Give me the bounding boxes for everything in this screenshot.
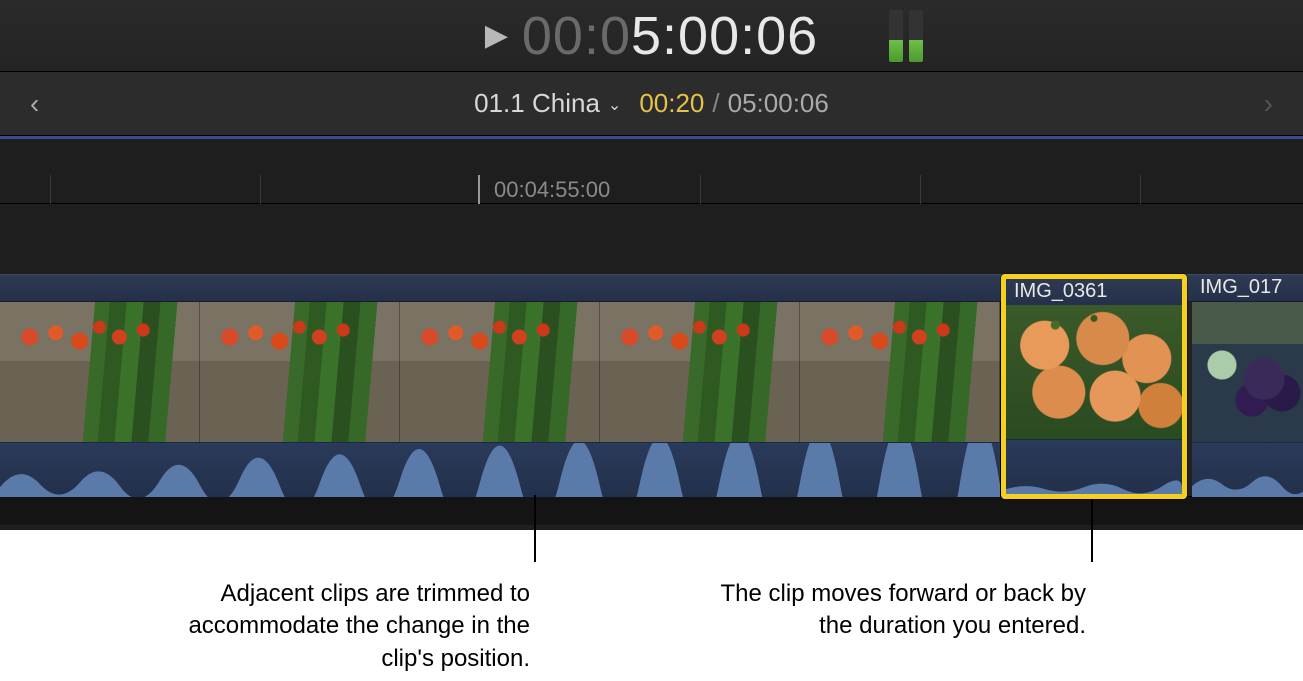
project-name: 01.1 China — [474, 88, 600, 119]
project-bar: ‹ 01.1 China ⌄ 00:20 / 05:00:06 › — [0, 72, 1303, 136]
filmstrip-thumbnail — [1006, 305, 1182, 439]
filmstrip-thumbnail — [600, 302, 800, 442]
ruler-tick — [700, 175, 701, 205]
timeline[interactable]: IMG_017 — [0, 204, 1303, 530]
audio-waveform[interactable] — [1192, 442, 1303, 497]
project-current-time: 00:20 — [639, 88, 704, 119]
clip-next[interactable] — [1192, 302, 1303, 497]
audio-meters — [889, 10, 923, 62]
audio-waveform[interactable] — [0, 442, 1000, 497]
project-info[interactable]: 01.1 China ⌄ 00:20 / 05:00:06 — [70, 88, 1233, 119]
filmstrip-thumbnail — [400, 302, 600, 442]
ruler-tick — [260, 175, 261, 205]
filmstrip-thumbnail — [0, 302, 200, 442]
clip-next-label: IMG_017 — [1192, 274, 1303, 302]
filmstrip-thumbnail — [200, 302, 400, 442]
playhead-timecode: 00:04:55:00 — [494, 177, 610, 203]
ruler-tick — [50, 175, 51, 205]
chevron-down-icon[interactable]: ⌄ — [608, 95, 621, 115]
clip-selected[interactable]: IMG_0361 — [1001, 274, 1187, 499]
ruler-tick — [1140, 175, 1141, 205]
callout-adjacent-clips: Adjacent clips are trimmed to accommodat… — [130, 578, 530, 675]
ruler-tick — [920, 175, 921, 205]
clip-thumbnails — [0, 302, 1000, 442]
play-icon[interactable]: ▶ — [485, 21, 508, 51]
callout-clip-moves: The clip moves forward or back by the du… — [686, 578, 1086, 643]
filmstrip-thumbnail — [1192, 302, 1303, 442]
editor-window: ▶ 00:05:00:06 ‹ 01.1 China ⌄ 00:20 / 05:… — [0, 0, 1303, 530]
history-forward-icon[interactable]: › — [1233, 88, 1273, 120]
clip-adjacent[interactable] — [0, 302, 1001, 497]
timecode-bright: 5:00:06 — [631, 6, 818, 66]
clip-selected-label: IMG_0361 — [1006, 279, 1182, 305]
callout-leader-line — [534, 495, 536, 562]
timeline-ruler[interactable]: 00:04:55:00 — [0, 136, 1303, 204]
time-separator: / — [712, 88, 719, 119]
playhead-icon[interactable] — [478, 175, 480, 207]
history-back-icon[interactable]: ‹ — [30, 88, 70, 120]
master-timecode[interactable]: 00:05:00:06 — [522, 5, 818, 67]
annotation-region: Adjacent clips are trimmed to accommodat… — [0, 530, 1303, 681]
timecode-dim: 00:0 — [522, 6, 631, 66]
filmstrip-thumbnail — [800, 302, 1000, 442]
meter-right — [909, 10, 923, 62]
callout-leader-line — [1091, 495, 1093, 562]
meter-left — [889, 10, 903, 62]
audio-waveform[interactable] — [1006, 439, 1182, 494]
timecode-bar: ▶ 00:05:00:06 — [0, 0, 1303, 72]
project-total-time: 05:00:06 — [728, 88, 829, 119]
timeline-gutter — [0, 497, 1303, 525]
